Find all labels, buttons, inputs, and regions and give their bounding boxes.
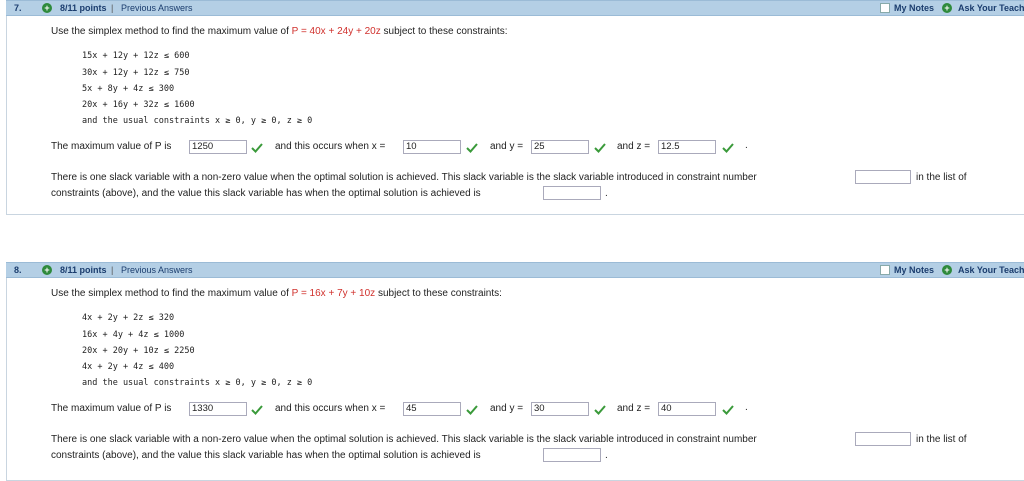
period: .: [745, 402, 748, 413]
constraint-4: 20x + 16y + 32z ≤ 1600: [82, 100, 195, 110]
constraint-3: 20x + 20y + 10z ≤ 2250: [82, 346, 195, 356]
question-number: 8.: [14, 265, 22, 275]
ask-teacher-link[interactable]: Ask Your Teacher: [958, 3, 1024, 13]
ask-teacher-plus-icon[interactable]: +: [942, 3, 952, 13]
max-label: The maximum value of P is: [51, 403, 172, 414]
z-value-input[interactable]: 40: [658, 402, 716, 416]
correct-check-icon: [594, 143, 606, 153]
constraint-4: 4x + 2y + 4z ≤ 400: [82, 362, 175, 372]
period: .: [745, 140, 748, 151]
constraint-2: 30x + 12y + 12z ≤ 750: [82, 68, 190, 78]
correct-check-icon: [466, 143, 478, 153]
max-label: The maximum value of P is: [51, 141, 172, 152]
constraint-number-input[interactable]: [855, 170, 911, 184]
correct-check-icon: [251, 143, 263, 153]
problem-statement: Use the simplex method to find the maxim…: [51, 288, 502, 299]
objective-function: P = 40x + 24y + 20z: [291, 26, 381, 37]
question-8: 8. + 8/11 points | Previous Answers My N…: [0, 262, 1024, 481]
question-7: 7. + 8/11 points | Previous Answers My N…: [0, 0, 1024, 215]
y-value-input[interactable]: 30: [531, 402, 589, 416]
points-label: 8/11 points: [60, 265, 107, 275]
my-notes-checkbox[interactable]: [880, 265, 890, 275]
slack-text-1: There is one slack variable with a non-z…: [51, 434, 757, 445]
question-header: 8. + 8/11 points | Previous Answers My N…: [6, 262, 1024, 278]
x-value-input[interactable]: 10: [403, 140, 461, 154]
y-label: and y =: [490, 403, 524, 414]
separator: |: [111, 3, 114, 13]
correct-check-icon: [251, 405, 263, 415]
my-notes-checkbox[interactable]: [880, 3, 890, 13]
usual-constraints: and the usual constraints x ≥ 0, y ≥ 0, …: [82, 378, 313, 388]
z-value-input[interactable]: 12.5: [658, 140, 716, 154]
points-label: 8/11 points: [60, 3, 107, 13]
x-label: and this occurs when x =: [275, 403, 386, 414]
slack-text-1: There is one slack variable with a non-z…: [51, 172, 757, 183]
y-value-input[interactable]: 25: [531, 140, 589, 154]
slack-text-2: in the list of: [916, 172, 967, 183]
correct-check-icon: [594, 405, 606, 415]
slack-value-input[interactable]: [543, 186, 601, 200]
question-number: 7.: [14, 3, 22, 13]
constraint-number-input[interactable]: [855, 432, 911, 446]
slack-text-3: constraints (above), and the value this …: [51, 188, 481, 199]
expand-plus-icon[interactable]: +: [42, 265, 52, 275]
slack-value-input[interactable]: [543, 448, 601, 462]
expand-plus-icon[interactable]: +: [42, 3, 52, 13]
max-value-input[interactable]: 1250: [189, 140, 247, 154]
ask-teacher-plus-icon[interactable]: +: [942, 265, 952, 275]
usual-constraints: and the usual constraints x ≥ 0, y ≥ 0, …: [82, 116, 313, 126]
separator: |: [111, 265, 114, 275]
z-label: and z =: [617, 141, 651, 152]
slack-text-2: in the list of: [916, 434, 967, 445]
my-notes-link[interactable]: My Notes: [894, 265, 934, 275]
previous-answers-link[interactable]: Previous Answers: [121, 3, 193, 13]
correct-check-icon: [722, 143, 734, 153]
constraint-1: 4x + 2y + 2z ≤ 320: [82, 313, 175, 323]
slack-text-3: constraints (above), and the value this …: [51, 450, 481, 461]
x-value-input[interactable]: 45: [403, 402, 461, 416]
previous-answers-link[interactable]: Previous Answers: [121, 265, 193, 275]
correct-check-icon: [466, 405, 478, 415]
x-label: and this occurs when x =: [275, 141, 386, 152]
period: .: [605, 188, 608, 199]
objective-function: P = 16x + 7y + 10z: [291, 288, 376, 299]
period: .: [605, 450, 608, 461]
constraint-1: 15x + 12y + 12z ≤ 600: [82, 51, 190, 61]
correct-check-icon: [722, 405, 734, 415]
constraint-3: 5x + 8y + 4z ≤ 300: [82, 84, 175, 94]
question-header: 7. + 8/11 points | Previous Answers My N…: [6, 0, 1024, 16]
z-label: and z =: [617, 403, 651, 414]
y-label: and y =: [490, 141, 524, 152]
my-notes-link[interactable]: My Notes: [894, 3, 934, 13]
max-value-input[interactable]: 1330: [189, 402, 247, 416]
problem-statement: Use the simplex method to find the maxim…: [51, 26, 508, 37]
ask-teacher-link[interactable]: Ask Your Teacher: [958, 265, 1024, 275]
constraint-2: 16x + 4y + 4z ≤ 1000: [82, 330, 185, 340]
